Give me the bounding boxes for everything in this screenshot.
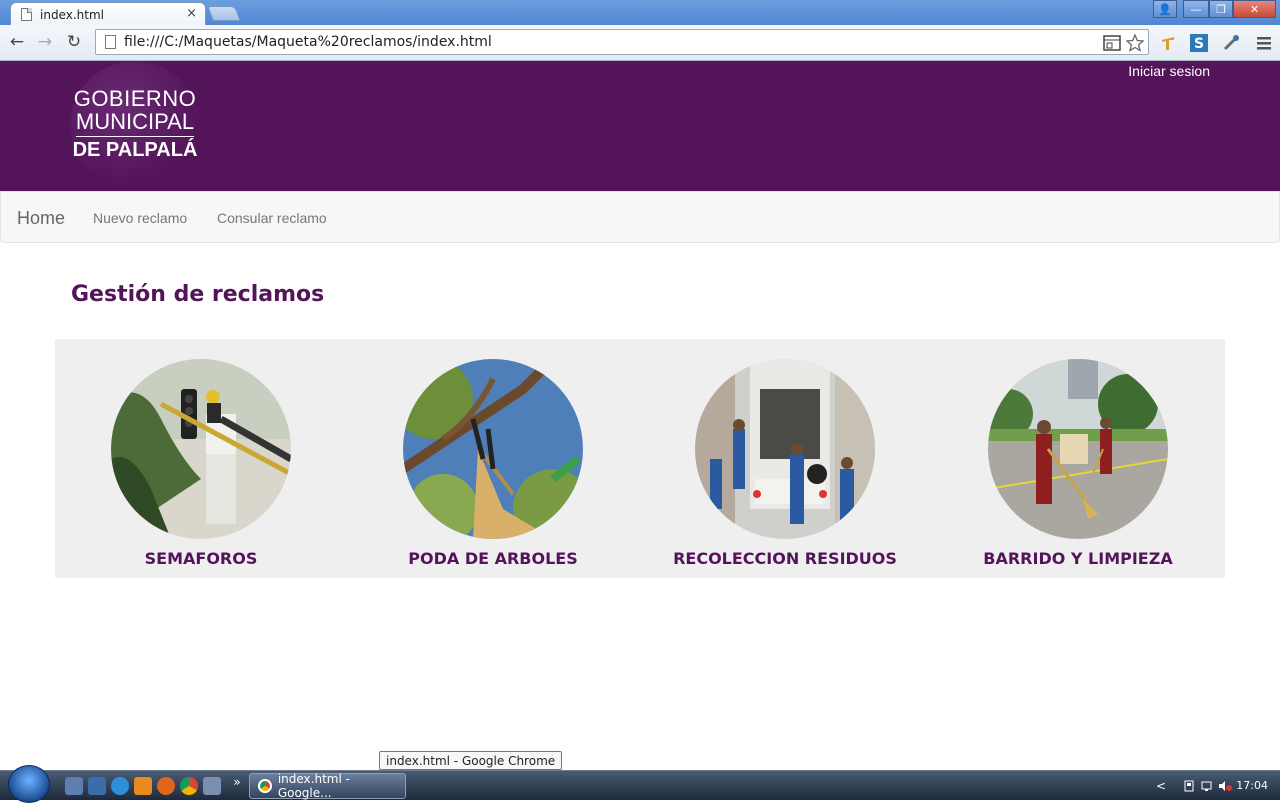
tree-pruning-photo bbox=[403, 359, 583, 539]
extension-icon[interactable] bbox=[1157, 32, 1179, 54]
card-label: RECOLECCION RESIDUOS bbox=[673, 549, 897, 568]
firefox-icon[interactable] bbox=[157, 777, 175, 795]
media-player-icon[interactable] bbox=[134, 777, 152, 795]
chrome-icon[interactable] bbox=[180, 777, 198, 795]
card-sweeping-cleaning[interactable]: BARRIDO Y LIMPIEZA bbox=[932, 359, 1224, 578]
url-input[interactable] bbox=[124, 34, 1148, 50]
login-link[interactable]: Iniciar sesion bbox=[1128, 63, 1210, 79]
tray-action-icon[interactable] bbox=[1182, 779, 1196, 793]
quicklaunch-overflow-icon[interactable]: » bbox=[228, 773, 246, 791]
browser-toolbar: ← → ↻ S bbox=[0, 25, 1280, 61]
reload-icon[interactable]: ↻ bbox=[63, 31, 85, 53]
nav-home[interactable]: Home bbox=[17, 208, 65, 229]
taskbar-tooltip: index.html - Google Chrome bbox=[379, 751, 563, 770]
explorer-icon[interactable] bbox=[88, 777, 106, 795]
task-label: index.html - Google... bbox=[277, 772, 350, 800]
nav-check-claim[interactable]: Consular reclamo bbox=[217, 210, 327, 226]
tab-title: index.html bbox=[40, 7, 104, 22]
start-button[interactable] bbox=[8, 765, 50, 803]
extension-s-icon[interactable]: S bbox=[1188, 32, 1210, 54]
internet-explorer-icon[interactable] bbox=[111, 777, 129, 795]
street-sweeping-photo bbox=[988, 359, 1168, 539]
new-tab-button[interactable] bbox=[207, 6, 241, 21]
browser-titlebar: index.html × 👤 — ❐ ✕ bbox=[0, 0, 1280, 26]
page-icon bbox=[21, 8, 32, 21]
card-tree-pruning[interactable]: PODA DE ARBOLES bbox=[347, 359, 639, 578]
volume-muted-icon[interactable] bbox=[1218, 779, 1232, 793]
card-label: PODA DE ARBOLES bbox=[408, 549, 578, 568]
close-window-button[interactable]: ✕ bbox=[1233, 0, 1276, 18]
logo[interactable]: GOBIERNO MUNICIPAL DE PALPALÁ bbox=[70, 61, 200, 189]
traffic-light-photo bbox=[111, 359, 291, 539]
card-traffic-lights[interactable]: SEMAFOROS bbox=[55, 359, 347, 578]
page-icon bbox=[105, 35, 116, 49]
address-bar[interactable] bbox=[95, 29, 1149, 55]
category-panel: SEMAFOROS PODA DE ARBOLES RECOLECCION RE… bbox=[55, 339, 1225, 578]
clock[interactable]: 17:04 bbox=[1236, 779, 1268, 792]
tray-expand-icon[interactable]: < bbox=[1154, 779, 1168, 793]
taskbar: » index.html - Google... < 17:04 bbox=[0, 765, 1280, 803]
taskbar-chrome-window[interactable]: index.html - Google... bbox=[249, 772, 406, 800]
garbage-truck-photo bbox=[695, 359, 875, 539]
main-navbar: Home Nuevo reclamo Consular reclamo bbox=[0, 191, 1280, 243]
forward-icon[interactable]: → bbox=[34, 31, 56, 53]
user-icon[interactable]: 👤 bbox=[1153, 0, 1177, 18]
show-desktop-icon[interactable] bbox=[65, 777, 83, 795]
card-waste-collection[interactable]: RECOLECCION RESIDUOS bbox=[639, 359, 931, 578]
nav-new-claim[interactable]: Nuevo reclamo bbox=[93, 210, 187, 226]
svg-text:S: S bbox=[1194, 36, 1204, 52]
site-header: GOBIERNO MUNICIPAL DE PALPALÁ Iniciar se… bbox=[0, 61, 1280, 191]
back-icon[interactable]: ← bbox=[6, 31, 28, 53]
browser-tab[interactable]: index.html × bbox=[10, 2, 206, 26]
virtualbox-icon[interactable] bbox=[203, 777, 221, 795]
eyedropper-icon[interactable] bbox=[1220, 32, 1242, 54]
maximize-button[interactable]: ❐ bbox=[1209, 0, 1233, 18]
network-icon[interactable] bbox=[1200, 779, 1214, 793]
reader-icon[interactable] bbox=[1102, 33, 1122, 53]
tab-close-icon[interactable]: × bbox=[186, 6, 197, 21]
page-title: Gestión de reclamos bbox=[71, 282, 325, 307]
card-label: BARRIDO Y LIMPIEZA bbox=[983, 549, 1173, 568]
minimize-button[interactable]: — bbox=[1183, 0, 1209, 18]
menu-icon[interactable] bbox=[1253, 32, 1275, 54]
chrome-icon bbox=[258, 779, 272, 793]
card-label: SEMAFOROS bbox=[144, 549, 258, 568]
bookmark-star-icon[interactable] bbox=[1125, 33, 1145, 53]
